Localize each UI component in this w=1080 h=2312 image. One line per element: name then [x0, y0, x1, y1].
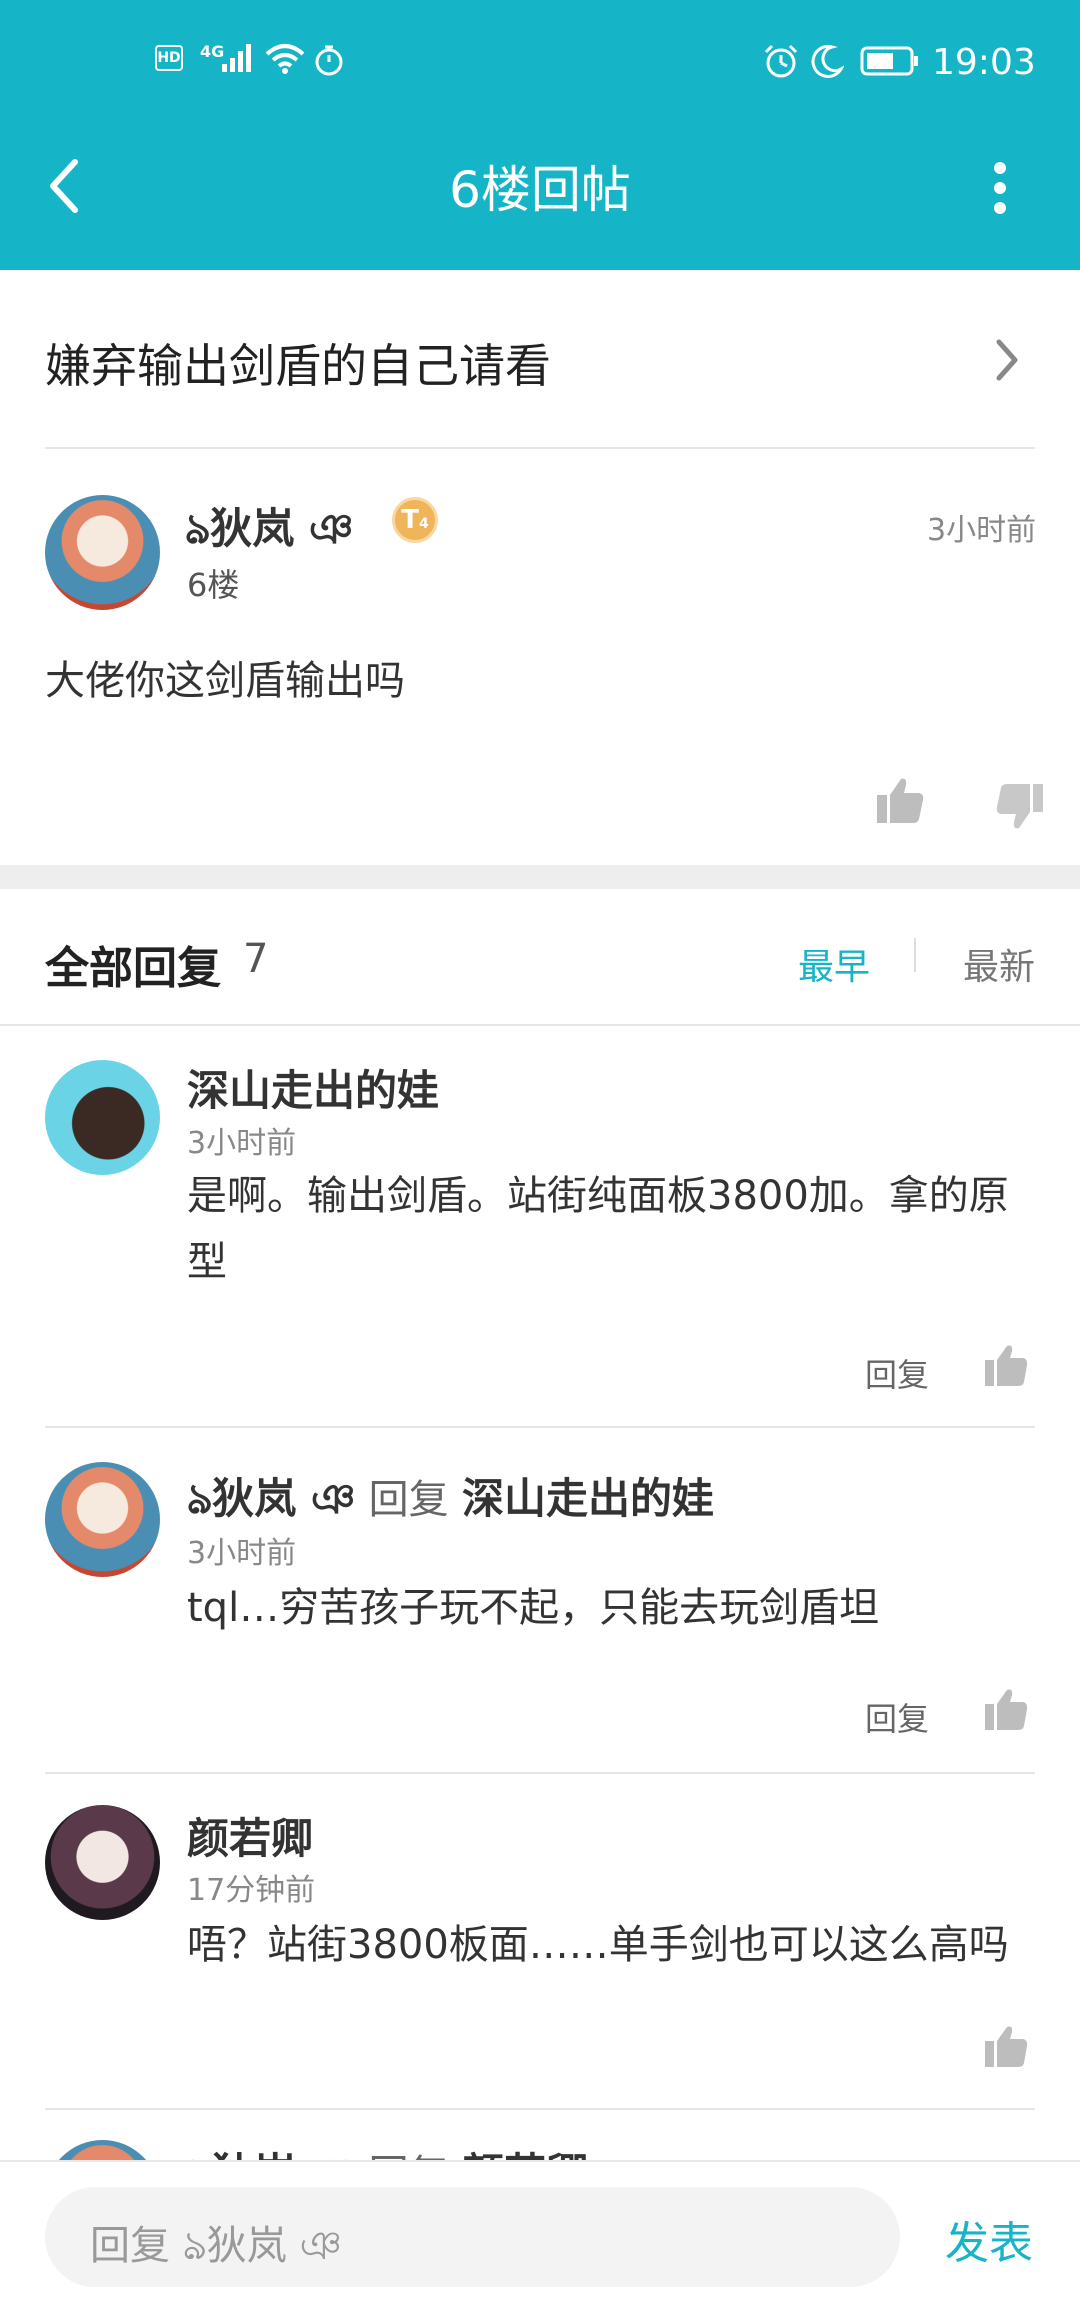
reply-button[interactable]: 回复: [865, 1350, 929, 1396]
post-time: 3小时前: [927, 513, 1037, 548]
level-badge: T4: [392, 497, 438, 543]
post-author[interactable]: ঌ狄岚 ঞ: [185, 495, 353, 567]
moon-icon: [811, 44, 844, 78]
replies-label: 全部回复: [45, 943, 221, 994]
alarm-icon: [764, 44, 798, 78]
sort-earliest-tab[interactable]: 最早: [798, 938, 870, 990]
reply-to-word: 回复: [368, 1477, 449, 1523]
reply-input[interactable]: 回复 ঌ狄岚 ঞ: [45, 2187, 900, 2287]
thumbs-up-icon[interactable]: [983, 2023, 1029, 2069]
replies-count: 7: [243, 936, 269, 982]
floor-number: 6楼: [187, 566, 240, 604]
send-button[interactable]: 发表: [945, 2207, 1033, 2271]
chevron-right-icon: [996, 339, 1018, 381]
thumbs-up-icon[interactable]: [983, 1686, 1029, 1732]
thumbs-up-icon[interactable]: [983, 1342, 1029, 1388]
signal-icon: [222, 44, 251, 72]
reply-author[interactable]: 颜若卿: [187, 1805, 313, 1866]
more-options-icon[interactable]: [985, 160, 1015, 216]
wifi-icon: [265, 44, 305, 74]
thumbs-down-icon[interactable]: [995, 782, 1045, 832]
reply-author[interactable]: ঌ狄岚 ঞ: [187, 1474, 355, 1523]
sort-divider: [914, 938, 916, 972]
reply-content: tql…穷苦孩子玩不起，只能去玩剑盾坦: [187, 1585, 880, 1631]
level-badge-number: 4: [419, 516, 429, 532]
reply-input-bar: 回复 ঌ狄岚 ঞ 发表: [0, 2160, 1080, 2312]
thread-title: 嫌弃输出剑盾的自己请看: [45, 339, 551, 393]
post-content: 大佬你这剑盾输出吗: [45, 658, 405, 704]
reply-time: 3小时前: [187, 1126, 297, 1161]
divider: [45, 2108, 1035, 2110]
app-header: HD 4G 19:03 6楼回帖: [0, 0, 1080, 270]
thread-link[interactable]: 嫌弃输出剑盾的自己请看: [0, 270, 1080, 448]
avatar[interactable]: [45, 1805, 160, 1920]
reply-input-placeholder: 回复 ঌ狄岚 ঞ: [90, 2223, 342, 2269]
reply-content: 是啊。输出剑盾。站街纯面板3800加。拿的原型: [187, 1173, 1009, 1285]
avatar[interactable]: [45, 1060, 160, 1175]
status-time: 19:03: [932, 42, 1036, 83]
reply-time: 17分钟前: [187, 1873, 316, 1908]
battery-icon: [860, 46, 918, 76]
reply-time: 3小时前: [187, 1536, 297, 1571]
avatar[interactable]: [45, 1462, 160, 1577]
level-badge-letter: T: [401, 505, 419, 535]
page-title: 6楼回帖: [449, 161, 631, 219]
section-separator: [0, 865, 1080, 889]
avatar[interactable]: [45, 495, 160, 610]
thumbs-up-icon[interactable]: [875, 775, 925, 825]
reply-author[interactable]: 深山走出的娃: [187, 1057, 439, 1118]
reply-content: 唔？站街3800板面……单手剑也可以这么高吗: [187, 1922, 1009, 1968]
reply-to-user[interactable]: 深山走出的娃: [462, 1474, 714, 1523]
reply-button[interactable]: 回复: [865, 1694, 929, 1740]
divider: [45, 1772, 1035, 1774]
divider: [0, 1024, 1080, 1026]
timer-icon: [315, 45, 343, 76]
sort-latest-tab[interactable]: 最新: [963, 938, 1035, 990]
hd-icon: HD: [155, 45, 183, 71]
reply-header-line: ঌ狄岚 ঞ 回复 深山走出的娃: [187, 1465, 714, 1537]
divider: [45, 1426, 1035, 1428]
divider: [45, 447, 1035, 449]
